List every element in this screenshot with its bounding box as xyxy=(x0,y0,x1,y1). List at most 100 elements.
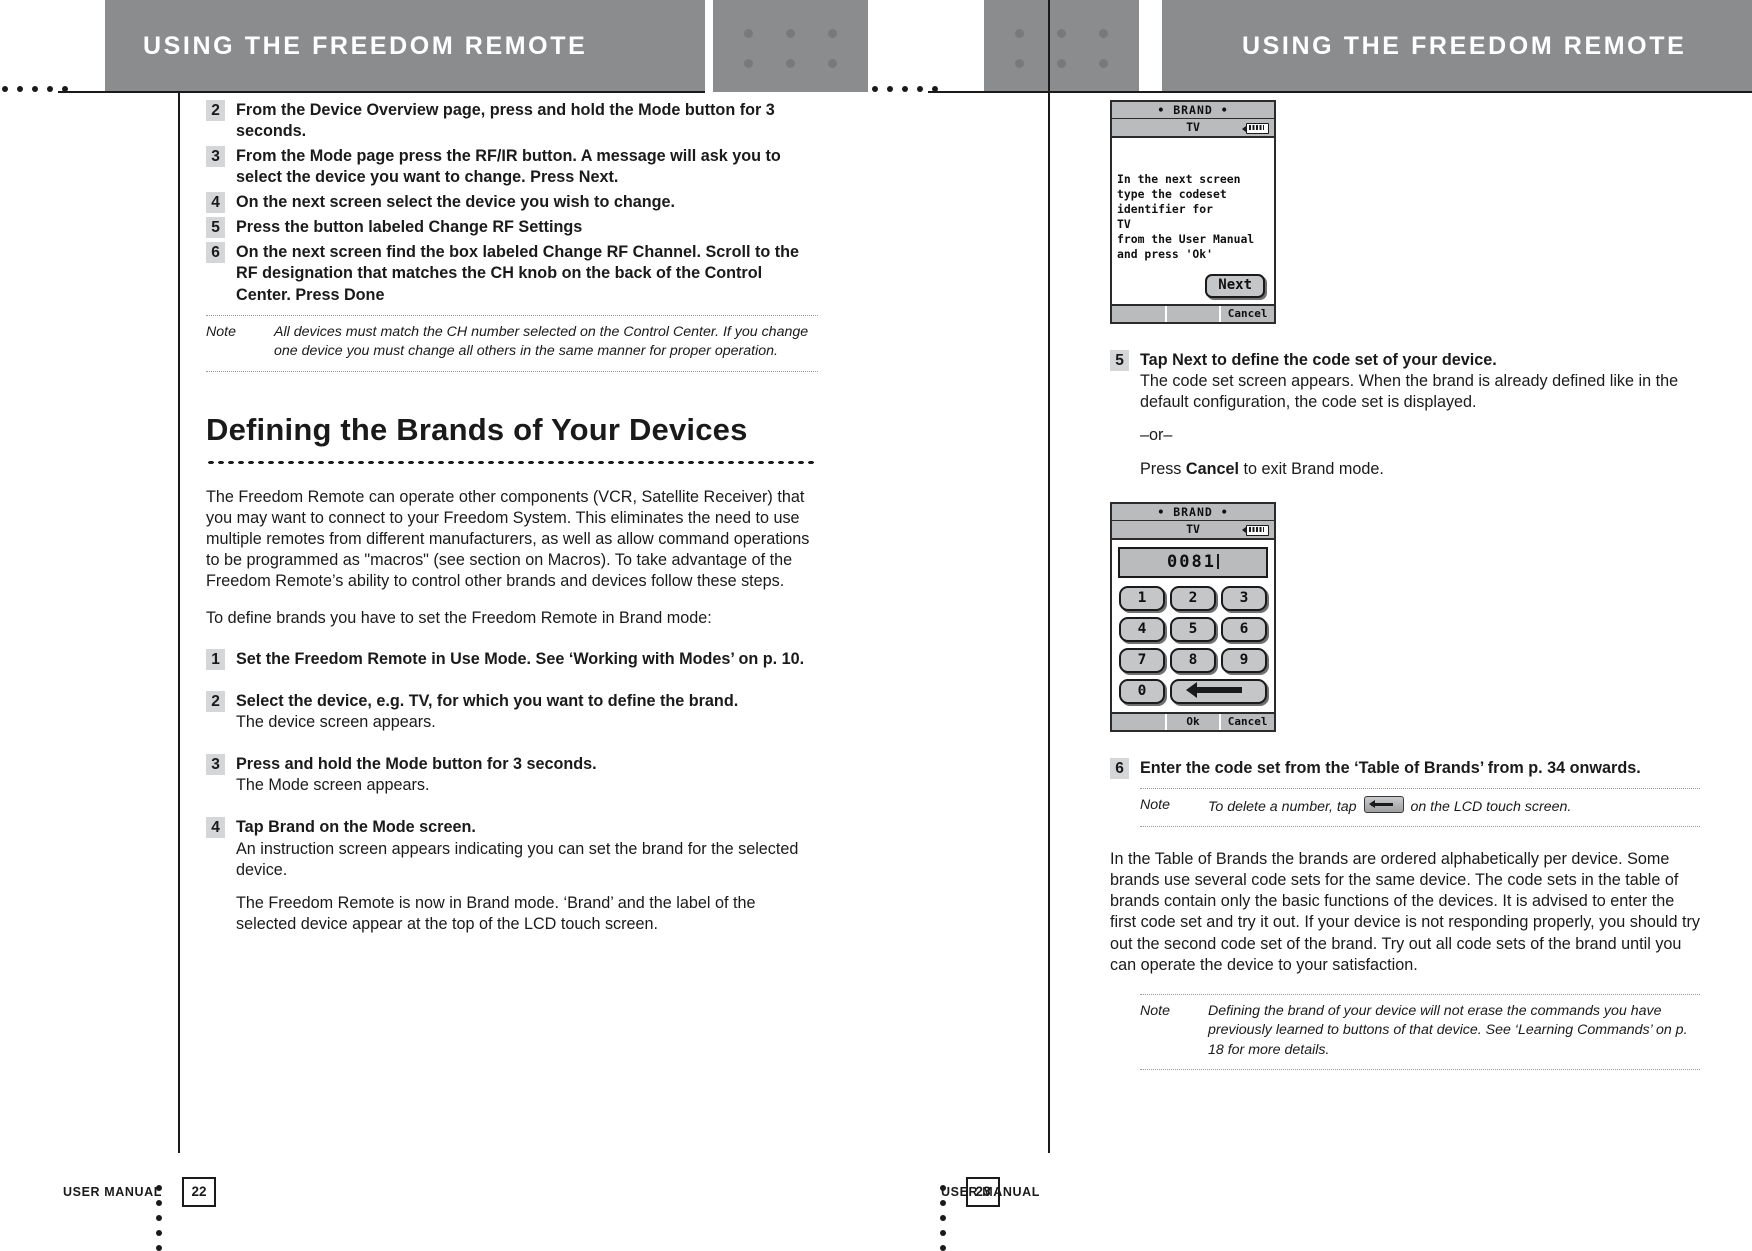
step-sub-text: The Mode screen appears. xyxy=(236,776,430,795)
step-number: 4 xyxy=(206,192,225,214)
step-text: Enter the code set from the ‘Table of Br… xyxy=(1140,758,1641,777)
note-text: All devices must match the CH number sel… xyxy=(274,323,809,360)
body-paragraph: The Freedom Remote can operate other com… xyxy=(206,487,810,590)
step-sub-text: The Freedom Remote is now in Brand mode.… xyxy=(236,893,756,933)
step-emphasis-cancel: Cancel xyxy=(1185,459,1239,478)
lcd-message-text: In the next screen type the codeset iden… xyxy=(1117,172,1255,262)
note-block: Note Defining the brand of your device w… xyxy=(1140,993,1700,1071)
step-sub-text: An instruction screen appears indicating… xyxy=(236,839,799,879)
step-text: Select the device, e.g. TV, for which yo… xyxy=(236,691,818,733)
lcd-device-bar: TV xyxy=(1112,119,1274,138)
note-text-part: on the LCD touch screen. xyxy=(1406,798,1572,815)
lcd-footer-bar: Ok Cancel xyxy=(1112,711,1274,730)
step-text: From the Mode page press the RF/IR butto… xyxy=(236,147,781,187)
lcd-title-bar: • BRAND • xyxy=(1112,102,1274,119)
note-label: Note xyxy=(1140,796,1170,813)
keypad-backspace-key[interactable] xyxy=(1170,678,1267,704)
step-lead-part: Press and hold the xyxy=(236,755,386,774)
code-set-value: 0081 xyxy=(1167,551,1216,572)
lcd-footer-slot-empty xyxy=(1112,306,1165,322)
step-item: 5 Press the button labeled Change RF Set… xyxy=(206,217,818,239)
step-item: 3 From the Mode page press the RF/IR but… xyxy=(206,146,818,188)
text-caret xyxy=(1216,553,1219,569)
step-lead-part: to exit Brand mode. xyxy=(1238,459,1384,478)
step-text: From the Device Overview page, press and… xyxy=(236,101,775,141)
step-lead-part: to define the code set of your device. xyxy=(1207,351,1497,370)
keypad-key-7[interactable]: 7 xyxy=(1119,647,1165,673)
body-paragraph: In the Table of Brands the brands are or… xyxy=(1110,850,1700,974)
step-item: 1 Set the Freedom Remote in Use Mode. Se… xyxy=(206,649,818,671)
lcd-cancel-button[interactable]: Cancel xyxy=(1219,306,1274,323)
keypad-key-2[interactable]: 2 xyxy=(1170,585,1216,611)
body-paragraph: To define brands you have to set the Fre… xyxy=(206,609,712,628)
battery-icon xyxy=(1242,123,1269,134)
numbered-step-list: 1 Set the Freedom Remote in Use Mode. Se… xyxy=(206,649,818,935)
numeric-keypad: 1 2 3 4 5 6 7 8 9 0 xyxy=(1112,585,1274,712)
step-text: On the next screen select the device you… xyxy=(236,193,675,212)
keypad-key-0[interactable]: 0 xyxy=(1119,678,1165,704)
lcd-screen-instruction: • BRAND • TV In the next screen type the… xyxy=(1110,100,1276,325)
header-decoration-block-2 xyxy=(984,0,1139,92)
page-spine-rule-top xyxy=(1048,0,1050,92)
keypad-key-4[interactable]: 4 xyxy=(1119,616,1165,642)
keypad-key-6[interactable]: 6 xyxy=(1221,616,1267,642)
code-set-input[interactable]: 0081 xyxy=(1118,546,1268,578)
header-rule-left xyxy=(58,91,705,93)
step-item: 4 Tap Brand on the Mode screen. An instr… xyxy=(206,817,818,934)
lcd-cancel-button[interactable]: Cancel xyxy=(1219,713,1274,730)
step-lead-part: Press xyxy=(1140,459,1186,478)
note-label: Note xyxy=(1140,1002,1170,1019)
lcd-footer-slot-empty xyxy=(1164,306,1220,323)
left-column-rule xyxy=(178,91,180,1153)
keypad-key-9[interactable]: 9 xyxy=(1221,647,1267,673)
step-item: 5 Tap Next to define the code set of you… xyxy=(1110,350,1700,479)
step-or-separator: –or– xyxy=(1140,426,1173,445)
page-header: USING THE FREEDOM REMOTE USING THE FREED… xyxy=(0,0,1752,92)
step-emphasis-next: Next xyxy=(1172,351,1208,370)
step-number: 6 xyxy=(1110,757,1129,779)
step-number: 2 xyxy=(206,691,225,713)
page-spine-rule xyxy=(1048,91,1050,1153)
lcd-ok-button[interactable]: Ok xyxy=(1164,713,1220,730)
header-rule-right xyxy=(928,91,1752,93)
step-lead-part: on the Mode screen. xyxy=(314,818,476,837)
step-lead-text: Press and hold the Mode button for 3 sec… xyxy=(236,755,597,773)
lcd-device-label: TV xyxy=(1186,120,1200,134)
note-block: Note To delete a number, tap on the LCD … xyxy=(1140,787,1700,828)
lcd-button-row: Next xyxy=(1117,262,1269,304)
lcd-footer-bar: Cancel xyxy=(1112,304,1274,323)
keypad-key-8[interactable]: 8 xyxy=(1170,647,1216,673)
lcd-screen-keypad: • BRAND • TV 0081 1 2 3 4 5 6 7 8 9 0 Ok… xyxy=(1110,501,1276,732)
step-lead-part: button for 3 seconds. xyxy=(427,755,597,774)
note-text: Defining the brand of your device will n… xyxy=(1208,1002,1688,1058)
dot-grid-icon xyxy=(743,29,838,69)
lcd-title-bar: • BRAND • xyxy=(1112,503,1274,521)
keypad-key-5[interactable]: 5 xyxy=(1170,616,1216,642)
lcd-device-bar: TV xyxy=(1112,520,1274,540)
footer-dots-left xyxy=(156,1185,162,1251)
step-sub-text: The code set screen appears. When the br… xyxy=(1140,372,1679,412)
lcd-footer-slot-empty xyxy=(1112,714,1165,730)
step-sub-text: Press Cancel to exit Brand mode. xyxy=(1140,459,1700,480)
header-title-left: USING THE FREEDOM REMOTE xyxy=(105,0,705,92)
step-lead-text: Select the device, e.g. TV, for which yo… xyxy=(236,692,739,711)
backspace-arrow-icon xyxy=(1185,681,1242,698)
step-text: Press the button labeled Change RF Setti… xyxy=(236,218,583,237)
header-decoration-block-1 xyxy=(713,0,868,92)
step-lead-text: Tap Brand on the Mode screen. xyxy=(236,818,476,836)
step-item: 6 On the next screen find the box labele… xyxy=(206,242,818,305)
footer-label-left: USER MANUAL xyxy=(63,1185,162,1199)
left-page-content: 2 From the Device Overview page, press a… xyxy=(206,100,818,944)
step-emphasis-brand: Brand xyxy=(268,818,315,837)
page-number-right: 23 xyxy=(966,1177,1000,1207)
step-sub-text: The device screen appears. xyxy=(236,713,436,732)
keypad-key-3[interactable]: 3 xyxy=(1221,585,1267,611)
lcd-next-button[interactable]: Next xyxy=(1205,274,1265,299)
lcd-device-label: TV xyxy=(1186,521,1200,536)
note-text-part: To delete a number, tap xyxy=(1208,798,1361,815)
step-number: 3 xyxy=(206,754,225,776)
step-item: 6 Enter the code set from the ‘Table of … xyxy=(1110,757,1700,779)
dot-grid-icon xyxy=(1014,29,1109,69)
step-text: Press and hold the Mode button for 3 sec… xyxy=(236,754,818,796)
keypad-key-1[interactable]: 1 xyxy=(1119,585,1165,611)
